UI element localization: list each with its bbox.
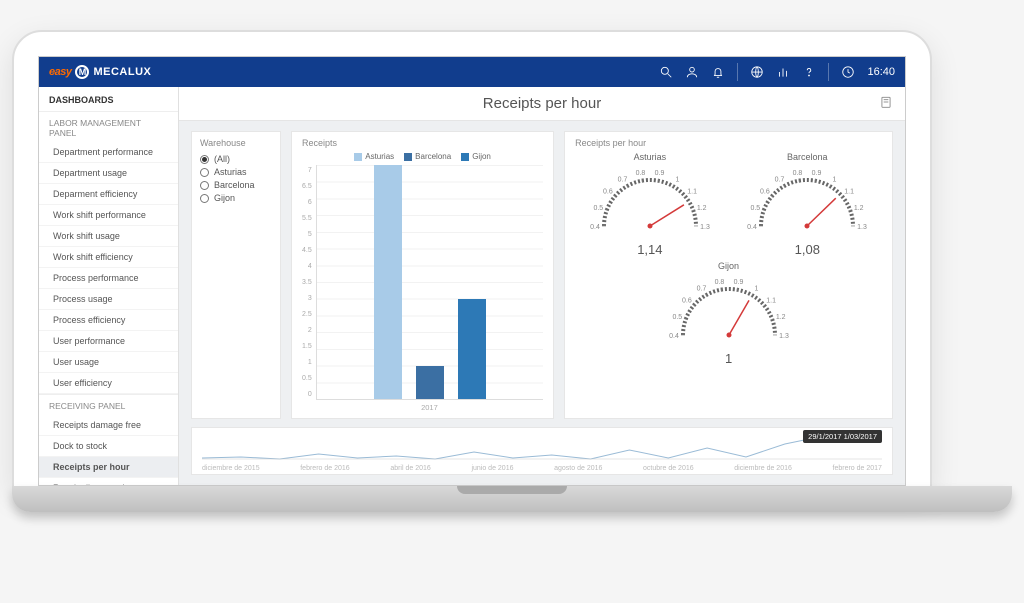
svg-text:0.6: 0.6 [760, 189, 770, 196]
svg-text:1: 1 [754, 285, 758, 292]
laptop-base [12, 486, 1012, 512]
gauge-gijon: Gijon 0.40.50.60.70.80.911.11.21.3 1 [656, 261, 801, 366]
warehouse-filter-panel: Warehouse (All) Asturias Barcelona [191, 131, 281, 419]
gauge-barcelona: Barcelona 0.40.50.60.70.80.911.11.21.3 1… [733, 152, 882, 257]
topbar-icons: 16:40 [659, 63, 895, 81]
filter-option-gijon[interactable]: Gijon [200, 193, 272, 203]
sidebar-item-shift-efficiency[interactable]: Work shift efficiency [39, 247, 178, 268]
svg-text:0.8: 0.8 [793, 170, 803, 177]
clock-time: 16:40 [867, 66, 895, 78]
svg-text:1.2: 1.2 [697, 205, 707, 212]
sidebar-group-labor: LABOR MANAGEMENT PANEL [39, 111, 178, 142]
svg-text:0.5: 0.5 [593, 205, 603, 212]
brand-easy-text: easy [49, 66, 71, 78]
sidebar-item-shift-usage[interactable]: Work shift usage [39, 226, 178, 247]
page-title: Receipts per hour [483, 95, 601, 112]
brand: easy M MECALUX [49, 65, 151, 79]
sidebar-item-receipts-per-hour[interactable]: Receipts per hour [39, 457, 178, 478]
svg-text:0.9: 0.9 [812, 170, 822, 177]
gauges-panel: Receipts per hour Asturias 0.40.50.60.70… [564, 131, 893, 419]
filter-option-asturias[interactable]: Asturias [200, 167, 272, 177]
bar-chart-icon[interactable] [776, 65, 790, 79]
bar-gijon [458, 299, 486, 399]
svg-text:0.6: 0.6 [682, 298, 692, 305]
topbar: easy M MECALUX [39, 57, 905, 87]
sidebar: DASHBOARDS LABOR MANAGEMENT PANEL Depart… [39, 87, 179, 485]
svg-text:0.5: 0.5 [751, 205, 761, 212]
svg-text:0.5: 0.5 [672, 314, 682, 321]
svg-text:1.3: 1.3 [857, 224, 867, 231]
sidebar-item-dock-to-stock[interactable]: Dock to stock [39, 436, 178, 457]
brand-text: MECALUX [93, 66, 151, 78]
filter-label: Warehouse [200, 138, 272, 148]
svg-text:1.1: 1.1 [845, 189, 855, 196]
search-icon[interactable] [659, 65, 673, 79]
gauges-title: Receipts per hour [575, 138, 882, 148]
bar-chart-legend: Asturias Barcelona Gijon [302, 152, 543, 161]
svg-text:1: 1 [833, 176, 837, 183]
receipts-bar-chart: Receipts Asturias Barcelona Gijon 76.565… [291, 131, 554, 419]
sidebar-item-user-efficiency[interactable]: User efficiency [39, 373, 178, 394]
user-icon[interactable] [685, 65, 699, 79]
svg-text:1.2: 1.2 [854, 205, 864, 212]
gauge-asturias: Asturias 0.40.50.60.70.80.911.11.21.3 1,… [575, 152, 724, 257]
svg-text:0.4: 0.4 [747, 224, 757, 231]
sidebar-item-process-efficiency[interactable]: Process efficiency [39, 310, 178, 331]
app-screen: easy M MECALUX [38, 56, 906, 486]
sidebar-item-process-performance[interactable]: Process performance [39, 268, 178, 289]
sidebar-header: DASHBOARDS [39, 87, 178, 111]
bar-asturias [374, 165, 402, 399]
svg-text:0.7: 0.7 [696, 285, 706, 292]
bar-chart-yaxis: 76.565.554.543.532.521.510.50 [302, 165, 316, 412]
bar-chart-title: Receipts [302, 138, 543, 148]
help-icon[interactable] [802, 65, 816, 79]
svg-text:0.9: 0.9 [655, 170, 665, 177]
svg-text:0.4: 0.4 [590, 224, 600, 231]
sidebar-item-dept-performance[interactable]: Department performance [39, 142, 178, 163]
svg-text:0.4: 0.4 [669, 333, 679, 340]
clock-icon[interactable] [841, 65, 855, 79]
sidebar-item-dept-efficiency[interactable]: Deparment efficiency [39, 184, 178, 205]
filter-option-barcelona[interactable]: Barcelona [200, 180, 272, 190]
svg-text:0.8: 0.8 [714, 279, 724, 286]
export-icon[interactable] [879, 95, 893, 109]
page-title-row: Receipts per hour [179, 87, 905, 121]
sidebar-item-receipt-lines-per-hour[interactable]: Receipt lines per hour [39, 478, 178, 485]
bar-barcelona [416, 366, 444, 399]
svg-text:1.3: 1.3 [779, 333, 789, 340]
svg-text:1.1: 1.1 [687, 189, 697, 196]
globe-icon[interactable] [750, 65, 764, 79]
svg-text:0.6: 0.6 [603, 189, 613, 196]
sidebar-item-shift-performance[interactable]: Work shift performance [39, 205, 178, 226]
bar-chart-bars [316, 165, 543, 400]
svg-text:1: 1 [675, 176, 679, 183]
sparkline-labels: diciembre de 2015febrero de 2016abril de… [202, 465, 882, 472]
sidebar-item-process-usage[interactable]: Process usage [39, 289, 178, 310]
sidebar-item-user-usage[interactable]: User usage [39, 352, 178, 373]
svg-text:0.8: 0.8 [635, 170, 645, 177]
svg-text:1.3: 1.3 [700, 224, 710, 231]
bell-icon[interactable] [711, 65, 725, 79]
svg-text:1.2: 1.2 [775, 314, 785, 321]
svg-text:0.7: 0.7 [617, 176, 627, 183]
filter-option-all[interactable]: (All) [200, 154, 272, 164]
brand-logo-icon: M [75, 65, 89, 79]
bar-chart-xlabel: 2017 [316, 400, 543, 412]
sidebar-item-user-performance[interactable]: User performance [39, 331, 178, 352]
sidebar-group-receiving: RECEIVING PANEL [39, 394, 178, 415]
sidebar-item-dept-usage[interactable]: Department usage [39, 163, 178, 184]
svg-text:1.1: 1.1 [766, 298, 776, 305]
timeline-sparkline[interactable]: 29/1/2017 1/03/2017 diciembre de 2015feb… [191, 427, 893, 475]
sidebar-item-receipts-damage-free[interactable]: Receipts damage free [39, 415, 178, 436]
svg-text:0.7: 0.7 [775, 176, 785, 183]
date-range-badge: 29/1/2017 1/03/2017 [803, 430, 882, 443]
svg-text:0.9: 0.9 [733, 279, 743, 286]
